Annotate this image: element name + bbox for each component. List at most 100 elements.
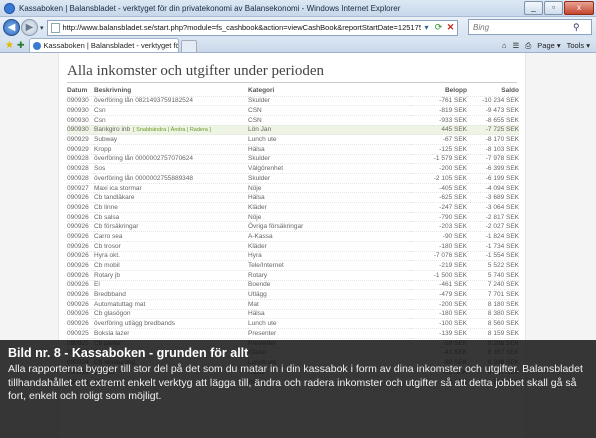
- row-date-text: 090926: [67, 310, 89, 318]
- back-button[interactable]: ◀: [3, 19, 20, 36]
- feeds-icon[interactable]: ☰: [513, 41, 520, 50]
- table-row[interactable]: 090926 Bredbband Utlägg -479 SEK 7 701 SEK: [67, 289, 519, 300]
- col-category[interactable]: Kategori: [248, 86, 411, 96]
- row-date-text: 090926: [67, 320, 89, 328]
- row-category-text: Välgörenhet: [248, 165, 284, 173]
- row-date: 090930: [67, 124, 94, 135]
- table-row[interactable]: 090930 Csn CSN -819 SEK -9 473 SEK: [67, 105, 519, 116]
- table-row[interactable]: 090927 Maxi ica stormar Nöje -405 SEK -4 094…: [67, 182, 519, 193]
- page-menu[interactable]: Page ▾: [537, 41, 560, 50]
- col-balance[interactable]: Saldo: [467, 86, 519, 96]
- row-description: El: [94, 279, 248, 290]
- row-date-text: 090926: [67, 252, 89, 260]
- table-row[interactable]: 090926 Cb mobil Tele/Internet -219 SEK 5 522…: [67, 260, 519, 271]
- maximize-button[interactable]: ▫: [544, 1, 563, 15]
- row-category: Kläder: [248, 240, 411, 251]
- minimize-button[interactable]: _: [524, 1, 543, 15]
- row-date: 090926: [67, 231, 94, 242]
- row-description: överföring lån 0000002755889348: [94, 173, 248, 184]
- table-row[interactable]: 090926 Automatuttag mat Mat -200 SEK 8 180 S…: [67, 298, 519, 310]
- row-balance: -8 655 SEK: [467, 114, 519, 126]
- row-amount: -761 SEK: [411, 95, 467, 106]
- table-row[interactable]: 090926 Cb glasögon Hälsa -180 SEK 8 380 SEK: [67, 308, 519, 319]
- table-row[interactable]: 090930 överföring lån 0821493759182524 Sku…: [67, 95, 519, 106]
- row-amount-text: -200 SEK: [439, 300, 467, 308]
- row-date-text: 090927: [67, 184, 89, 192]
- table-row[interactable]: 090929 Kropp Hälsa -125 SEK -8 103 SEK: [67, 143, 519, 155]
- tab-label: Kassaboken | Balansbladet - verktyget fö…: [43, 41, 178, 50]
- col-amount[interactable]: Belopp: [411, 86, 467, 96]
- table-row[interactable]: 090926 Cb salsa Nöje -790 SEK -2 817 SEK: [67, 211, 519, 222]
- row-actions-links[interactable]: [ Snabbändra | Ändra | Radera ]: [133, 127, 211, 133]
- new-tab-button[interactable]: [180, 40, 197, 52]
- row-amount: -405 SEK: [411, 182, 467, 193]
- table-row[interactable]: 090926 Hyra okt. Hyra -7 076 SEK -1 554 SEK: [67, 250, 519, 261]
- tab-kassaboken[interactable]: Kassaboken | Balansbladet - verktyget fö…: [28, 38, 179, 52]
- row-balance-text: -7 725 SEK: [485, 126, 519, 134]
- col-description[interactable]: Beskrivning: [94, 86, 248, 96]
- row-balance-text: -2 027 SEK: [485, 223, 519, 231]
- table-row[interactable]: 090930 Bankgiro inb[ Snabbändra | Ändra |…: [67, 124, 519, 135]
- add-favorite-icon[interactable]: ✚: [17, 39, 25, 52]
- row-category-text: Hyra: [248, 252, 262, 260]
- row-amount-text: -1 579 SEK: [433, 155, 467, 163]
- forward-button[interactable]: ▶: [21, 19, 38, 36]
- url-dropdown-icon[interactable]: ▾: [421, 23, 433, 32]
- col-date[interactable]: Datum: [67, 86, 94, 96]
- row-date: 090926: [67, 308, 94, 319]
- home-icon[interactable]: ⌂: [502, 41, 507, 50]
- table-row[interactable]: 090928 överföring lån 0000002755889348 Sku…: [67, 173, 519, 184]
- row-category: Skulder: [248, 153, 411, 164]
- table-row[interactable]: 090926 Cb tandläkare Hälsa -625 SEK -3 689 S…: [67, 192, 519, 203]
- row-amount-text: -180 SEK: [439, 242, 467, 250]
- row-balance-text: -2 817 SEK: [485, 213, 519, 221]
- row-description-text: Cb mobil: [94, 262, 120, 270]
- row-date: 090926: [67, 221, 94, 232]
- table-row[interactable]: 090926 Cb linne Kläder -247 SEK -3 064 SEK: [67, 202, 519, 213]
- row-category-text: Hälsa: [248, 194, 265, 202]
- caption-text: Alla rapporterna bygger till stor del på…: [8, 363, 583, 402]
- print-icon[interactable]: ⎙: [525, 41, 531, 51]
- close-button[interactable]: x: [564, 1, 594, 15]
- search-icon[interactable]: ⚲: [573, 22, 580, 33]
- row-balance-text: 5 740 SEK: [487, 271, 519, 279]
- row-amount: -7 076 SEK: [411, 250, 467, 261]
- favorites-star-icon[interactable]: ★: [5, 39, 14, 52]
- search-input[interactable]: [473, 22, 573, 32]
- url-field[interactable]: http://www.balansbladet.se/start.php?mod…: [46, 19, 458, 36]
- row-description-text: överföring utlägg bredbands: [94, 320, 175, 328]
- url-text[interactable]: http://www.balansbladet.se/start.php?mod…: [63, 23, 421, 32]
- table-row[interactable]: 090926 Carro sea A-Kassa -90 SEK -1 824 SEK: [67, 231, 519, 242]
- row-date: 090927: [67, 182, 94, 193]
- row-amount-text: -933 SEK: [439, 116, 467, 124]
- row-amount: -819 SEK: [411, 105, 467, 116]
- history-dropdown-icon[interactable]: ▾: [40, 24, 44, 32]
- table-row[interactable]: 090928 överföring lån 0000002757070624 Sku…: [67, 153, 519, 164]
- row-balance: -2 817 SEK: [467, 211, 519, 222]
- search-box[interactable]: ⚲: [468, 19, 592, 35]
- row-balance-text: 8 560 SEK: [487, 320, 519, 328]
- table-row[interactable]: 090926 Cb trosor Kläder -180 SEK -1 734 SEK: [67, 240, 519, 251]
- table-row[interactable]: 090925 Boksla lazer Presenter -139 SEK 8 159…: [67, 328, 519, 339]
- table-row[interactable]: 090926 Cb försäkringar Övriga försäkringar…: [67, 221, 519, 232]
- table-row[interactable]: 090926 El Boende -461 SEK 7 240 SEK: [67, 279, 519, 290]
- row-amount: -933 SEK: [411, 114, 467, 126]
- row-date: 090926: [67, 289, 94, 300]
- table-row[interactable]: 090928 Sos Välgörenhet -200 SEK -6 399 SEK: [67, 163, 519, 174]
- row-date: 090928: [67, 163, 94, 174]
- row-balance-text: 8 180 SEK: [487, 300, 519, 308]
- row-description-text: Kropp: [94, 145, 112, 153]
- row-balance: -8 170 SEK: [467, 134, 519, 145]
- table-row[interactable]: 090926 Rotary jb Rotary -1 500 SEK 5 740 SEK: [67, 269, 519, 281]
- row-category-text: Mat: [248, 300, 259, 308]
- row-balance-text: -9 473 SEK: [485, 107, 519, 115]
- refresh-icon[interactable]: ⟳: [433, 22, 445, 33]
- row-category: Hyra: [248, 250, 411, 261]
- tools-menu[interactable]: Tools ▾: [567, 41, 590, 50]
- table-row[interactable]: 090926 överföring utlägg bredbands Lunch u…: [67, 318, 519, 329]
- table-row[interactable]: 090930 Csn CSN -933 SEK -8 655 SEK: [67, 114, 519, 126]
- table-row[interactable]: 090929 Subway Lunch ute -67 SEK -8 170 SEK: [67, 134, 519, 145]
- row-date: 090926: [67, 298, 94, 310]
- row-balance-text: -6 399 SEK: [485, 165, 519, 173]
- stop-icon[interactable]: ✕: [445, 22, 457, 33]
